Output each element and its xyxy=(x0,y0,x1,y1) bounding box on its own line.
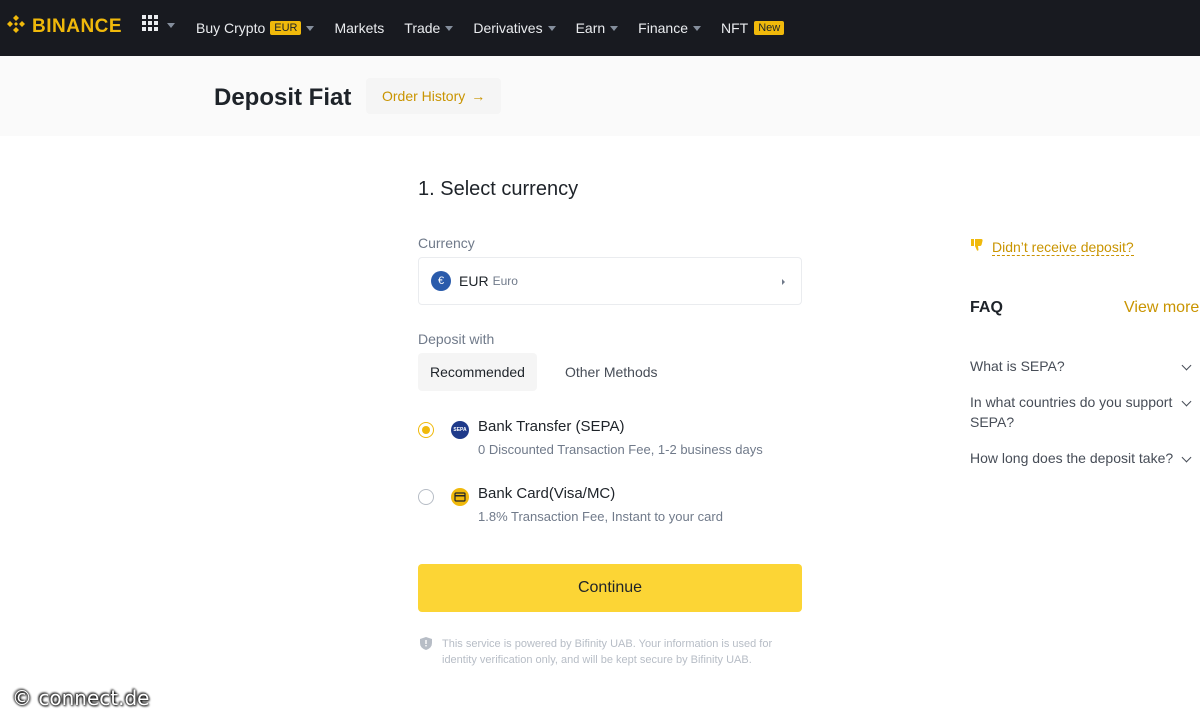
disclaimer-text: This service is powered by Bifinity UAB.… xyxy=(442,638,773,666)
faq-item[interactable]: How long does the deposit take? xyxy=(970,448,1194,468)
nav-buy-crypto[interactable]: Buy Crypto EUR xyxy=(196,20,315,36)
caret-down-icon xyxy=(445,25,454,31)
option-desc: 1.8% Transaction Fee, Instant to your ca… xyxy=(478,509,723,524)
faq-question: What is SEPA? xyxy=(970,358,1065,374)
option-bank-card[interactable]: Bank Card(Visa/MC) 1.8% Transaction Fee,… xyxy=(418,485,802,529)
arrow-right-icon: → xyxy=(471,88,486,104)
apps-grid-icon xyxy=(142,15,158,36)
deposit-with-label: Deposit with xyxy=(418,331,495,347)
chevron-down-icon xyxy=(1181,452,1192,463)
caret-down-icon xyxy=(306,25,315,31)
nav-derivatives[interactable]: Derivatives xyxy=(473,20,556,36)
faq-item[interactable]: In what countries do you support SEPA? xyxy=(970,392,1194,432)
caret-right-icon xyxy=(782,279,785,285)
nav-label: Derivatives xyxy=(473,20,543,36)
top-nav: BINANCE Buy Crypto EUR Markets Trade Der… xyxy=(0,0,1200,56)
nav-items: Buy Crypto EUR Markets Trade Derivatives… xyxy=(196,0,804,56)
view-more-link[interactable]: View more xyxy=(1124,299,1199,317)
option-desc: 0 Discounted Transaction Fee, 1-2 busine… xyxy=(478,442,763,457)
eur-badge: EUR xyxy=(270,21,302,35)
bank-card-icon xyxy=(451,488,469,506)
nav-label: Earn xyxy=(575,20,606,36)
logo-text: BINANCE xyxy=(32,15,123,37)
faq-question: In what countries do you support SEPA? xyxy=(970,394,1173,430)
nav-earn[interactable]: Earn xyxy=(576,20,619,36)
tab-other-methods[interactable]: Other Methods xyxy=(553,353,670,391)
nav-markets[interactable]: Markets xyxy=(334,20,384,36)
sepa-icon-text: SEPA xyxy=(453,427,467,433)
nav-nft[interactable]: NFT New xyxy=(720,20,785,36)
currency-select[interactable]: € EUR Euro xyxy=(418,257,802,305)
currency-label: Currency xyxy=(418,235,475,251)
step-title: 1. Select currency xyxy=(418,178,579,200)
radio-bank-transfer[interactable] xyxy=(418,422,434,438)
sepa-icon: SEPA xyxy=(451,421,469,439)
continue-button[interactable]: Continue xyxy=(418,564,802,612)
watermark: © connect.de xyxy=(12,686,150,710)
deposit-tabs: Recommended Other Methods xyxy=(418,353,670,391)
apps-menu[interactable] xyxy=(142,15,175,36)
didnt-receive-link: Didn’t receive deposit? xyxy=(992,239,1134,256)
caret-down-icon xyxy=(692,25,701,31)
new-badge: New xyxy=(754,21,785,35)
faq-item[interactable]: What is SEPA? xyxy=(970,356,1194,376)
faq-question: How long does the deposit take? xyxy=(970,450,1174,466)
chevron-down-icon xyxy=(1181,360,1192,371)
didnt-receive-deposit[interactable]: Didn’t receive deposit? xyxy=(970,238,1134,257)
radio-bank-card[interactable] xyxy=(418,489,434,505)
faq-title: FAQ xyxy=(970,299,1003,316)
caret-down-icon xyxy=(610,25,619,31)
option-title: Bank Transfer (SEPA) xyxy=(478,418,625,435)
nav-label: Markets xyxy=(334,20,385,36)
nav-label: Finance xyxy=(638,20,688,36)
tab-recommended[interactable]: Recommended xyxy=(418,353,537,391)
caret-down-icon xyxy=(547,25,556,31)
thumb-down-icon xyxy=(970,238,984,257)
nav-label: NFT xyxy=(720,20,749,36)
option-bank-transfer[interactable]: SEPA Bank Transfer (SEPA) 0 Discounted T… xyxy=(418,418,802,462)
option-title: Bank Card(Visa/MC) xyxy=(478,485,616,502)
caret-down-icon xyxy=(167,23,175,28)
currency-code: EUR xyxy=(459,273,489,289)
order-history-label: Order History xyxy=(382,88,466,104)
nav-label: Buy Crypto xyxy=(196,20,266,36)
shield-icon xyxy=(420,637,432,655)
binance-logo-icon xyxy=(4,12,28,41)
chevron-down-icon xyxy=(1181,396,1192,407)
order-history-button[interactable]: Order History → xyxy=(366,78,502,114)
binance-logo[interactable]: BINANCE xyxy=(4,12,122,41)
euro-coin-icon: € xyxy=(431,271,451,291)
currency-name: Euro xyxy=(492,274,518,288)
nav-finance[interactable]: Finance xyxy=(638,20,701,36)
page-header: Deposit Fiat Order History → xyxy=(0,56,1200,136)
page-title: Deposit Fiat xyxy=(214,84,352,111)
nav-trade[interactable]: Trade xyxy=(404,20,454,36)
nav-label: Trade xyxy=(404,20,441,36)
